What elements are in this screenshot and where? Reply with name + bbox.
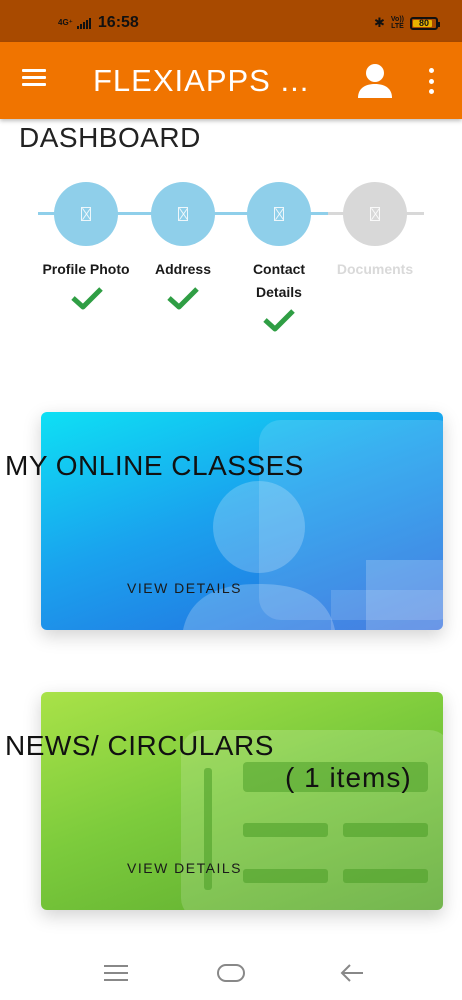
bluetooth-icon: ✱ (374, 15, 385, 30)
hamburger-menu-icon[interactable] (22, 69, 48, 91)
status-bar: 4G⁺ 16:58 ✱ Vo)) LTE 80 (0, 0, 462, 42)
volte-top: Vo)) (390, 16, 404, 23)
newspaper-illustration (181, 730, 443, 910)
app-title: FLEXIAPPS ... (93, 63, 310, 98)
step-circle-contact-details[interactable] (247, 182, 311, 246)
check-icon (71, 287, 103, 310)
battery-icon: 80 (410, 16, 440, 30)
news-items-count: ( 1 items) (285, 762, 412, 793)
signal-icon (76, 17, 91, 29)
online-classes-title: MY ONLINE CLASSES (5, 450, 304, 481)
step-label-profile-photo: Profile Photo (42, 261, 130, 277)
back-arrow-icon[interactable] (322, 945, 382, 1000)
check-icon (167, 287, 199, 310)
page-title: DASHBOARD (19, 122, 201, 153)
system-nav-bar (0, 945, 462, 1000)
status-time: 16:58 (97, 14, 139, 31)
news-circulars-title: NEWS/ CIRCULARS (5, 730, 274, 761)
status-right: ✱ Vo)) LTE 80 (374, 15, 440, 31)
volte-icon: Vo)) LTE (391, 16, 404, 30)
step-label-address: Address (154, 261, 212, 277)
app-bar: FLEXIAPPS ... (0, 42, 462, 119)
step-circle-documents[interactable] (343, 182, 407, 246)
broken-image-icon (81, 207, 91, 221)
check-icon (263, 309, 295, 332)
step-label-documents: Documents (336, 261, 414, 277)
classroom-illustration (183, 420, 443, 630)
home-icon[interactable] (201, 945, 261, 1000)
step-circle-profile-photo[interactable] (54, 182, 118, 246)
battery-percent: 80 (418, 18, 429, 28)
broken-image-icon (274, 207, 284, 221)
online-classes-card[interactable]: VIEW DETAILS (41, 412, 443, 630)
broken-image-icon (370, 207, 380, 221)
broken-image-icon (178, 207, 188, 221)
recents-icon[interactable] (86, 945, 146, 1000)
step-circle-address[interactable] (151, 182, 215, 246)
news-circulars-card[interactable]: VIEW DETAILS (41, 692, 443, 910)
news-view-details-button[interactable]: VIEW DETAILS (127, 860, 242, 876)
account-icon[interactable] (356, 62, 394, 100)
more-vertical-icon[interactable] (424, 68, 438, 94)
network-type: 4G⁺ (58, 18, 73, 27)
step-label-contact-details: Contact Details (252, 261, 306, 300)
online-classes-view-details-button[interactable]: VIEW DETAILS (127, 580, 242, 596)
status-left: 4G⁺ 16:58 (58, 14, 139, 32)
volte-bottom: LTE (391, 23, 404, 30)
